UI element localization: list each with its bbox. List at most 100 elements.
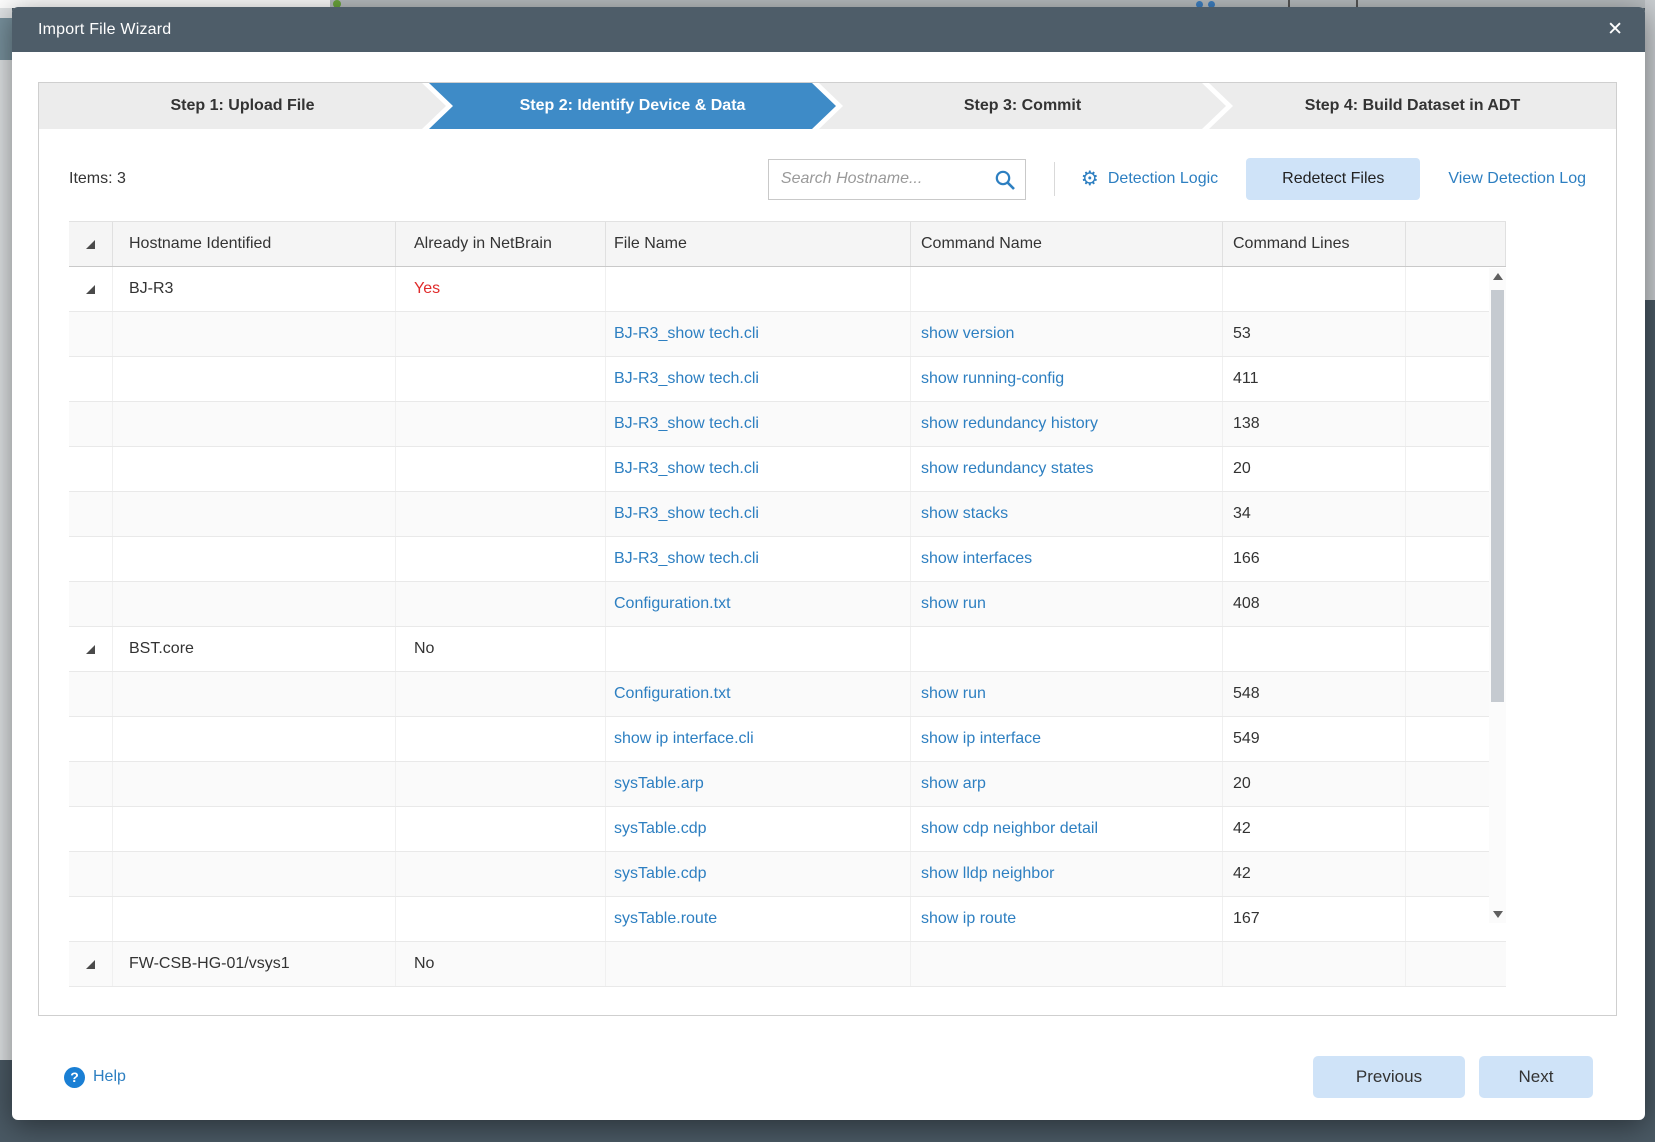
table-row-device-group[interactable]: BJ-R3 Yes [69,267,1506,312]
import-file-wizard-dialog: Import File Wizard ✕ Step 1: Upload File… [12,7,1645,1120]
help-label: Help [93,1068,126,1085]
hostname-cell [113,402,396,446]
command-name-cell: show lldp neighbor [911,852,1223,896]
close-icon[interactable]: ✕ [1607,20,1623,39]
scrollbar-up-arrow-icon[interactable] [1489,268,1506,285]
expander-cell [69,357,113,401]
command-name-cell [911,267,1223,311]
command-name-link[interactable]: show interfaces [921,550,1032,568]
table-scrollbar[interactable] [1489,268,1506,923]
expander-cell [69,852,113,896]
file-name-cell [606,942,911,986]
wizard-step-label: Step 3: Commit [963,97,1082,114]
command-lines-cell: 166 [1223,537,1406,581]
command-name-link[interactable]: show ip interface [921,730,1041,748]
file-name-link[interactable]: show ip interface.cli [614,730,754,748]
help-icon: ? [64,1066,85,1088]
file-name-link[interactable]: Configuration.txt [614,595,731,613]
expand-collapse-icon[interactable] [86,959,95,969]
command-lines-cell [1223,942,1406,986]
table-row-device-group[interactable]: BST.core No [69,627,1506,672]
header-command-name: Command Name [911,222,1223,266]
already-in-netbrain-value: Yes [414,280,441,297]
view-detection-log-link[interactable]: View Detection Log [1448,170,1586,188]
file-name-link[interactable]: sysTable.cdp [614,820,707,838]
file-name-cell: BJ-R3_show tech.cli [606,492,911,536]
command-name-link[interactable]: show run [921,595,986,613]
search-input[interactable] [768,159,1025,199]
command-name-link[interactable]: show lldp neighbor [921,865,1054,883]
file-name-link[interactable]: BJ-R3_show tech.cli [614,415,759,433]
command-name-link[interactable]: show running-config [921,370,1064,388]
dialog-titlebar: Import File Wizard ✕ [12,7,1645,52]
previous-button[interactable]: Previous [1313,1056,1465,1098]
file-name-link[interactable]: BJ-R3_show tech.cli [614,370,759,388]
command-name-cell: show run [911,582,1223,626]
command-name-link[interactable]: show stacks [921,505,1008,523]
already-in-netbrain-cell [396,672,606,716]
wizard-step-2[interactable]: Step 2: Identify Device & Data [429,83,836,129]
collapse-all-header-cell[interactable] [69,222,113,266]
command-name-link[interactable]: show redundancy history [921,415,1098,433]
expander-cell[interactable] [69,267,113,311]
command-lines-cell: 53 [1223,312,1406,356]
table-body-rows: BJ-R3 Yes BJ-R3_show tech.cli show version 5… [69,267,1506,987]
command-name-cell: show version [911,312,1223,356]
already-in-netbrain-value: No [414,640,435,657]
hostname-cell: FW-CSB-HG-01/vsys1 [113,942,396,986]
command-lines-cell: 34 [1223,492,1406,536]
command-name-link[interactable]: show cdp neighbor detail [921,820,1098,838]
items-count-label: Items: 3 [69,170,126,187]
command-name-link[interactable]: show run [921,685,986,703]
redetect-files-button[interactable]: Redetect Files [1246,158,1421,200]
header-already-in-netbrain: Already in NetBrain [396,222,606,266]
search-icon[interactable] [993,168,1017,197]
command-name-link[interactable]: show redundancy states [921,460,1094,478]
expander-cell [69,762,113,806]
command-name-cell: show redundancy states [911,447,1223,491]
hostname-cell [113,897,396,941]
wizard-steps: Step 1: Upload File Step 2: Identify Devi… [39,83,1616,129]
command-lines-cell: 138 [1223,402,1406,446]
file-name-link[interactable]: BJ-R3_show tech.cli [614,460,759,478]
wizard-step-1[interactable]: Step 1: Upload File [39,83,446,129]
next-button[interactable]: Next [1479,1056,1593,1098]
file-name-cell: BJ-R3_show tech.cli [606,537,911,581]
dialog-footer: ? Help Previous Next [38,1056,1619,1098]
command-name-cell: show redundancy history [911,402,1223,446]
command-name-link[interactable]: show arp [921,775,986,793]
command-name-cell: show run [911,672,1223,716]
scrollbar-down-arrow-icon[interactable] [1489,906,1506,923]
expand-collapse-icon[interactable] [86,644,95,654]
scrollbar-thumb[interactable] [1491,290,1504,702]
already-in-netbrain-cell [396,312,606,356]
file-name-link[interactable]: BJ-R3_show tech.cli [614,505,759,523]
table-row-device-group[interactable]: FW-CSB-HG-01/vsys1 No [69,942,1506,987]
file-name-link[interactable]: BJ-R3_show tech.cli [614,550,759,568]
file-name-link[interactable]: sysTable.route [614,910,717,928]
wizard-step-4[interactable]: Step 4: Build Dataset in ADT [1209,83,1616,129]
expander-cell[interactable] [69,942,113,986]
file-name-link[interactable]: Configuration.txt [614,685,731,703]
help-link[interactable]: ? Help [64,1066,126,1088]
file-name-link[interactable]: sysTable.cdp [614,865,707,883]
file-name-link[interactable]: sysTable.arp [614,775,704,793]
detection-logic-button[interactable]: ⚙ Detection Logic [1081,169,1218,189]
hostname-cell [113,312,396,356]
already-in-netbrain-cell [396,807,606,851]
command-name-cell: show ip route [911,897,1223,941]
command-name-link[interactable]: show ip route [921,910,1016,928]
expander-cell [69,537,113,581]
command-lines-cell [1223,267,1406,311]
command-lines-cell: 42 [1223,852,1406,896]
table-row-file: sysTable.cdp show lldp neighbor 42 [69,852,1506,897]
wizard-step-3[interactable]: Step 3: Commit [819,83,1226,129]
wizard-step-label: Step 4: Build Dataset in ADT [1304,97,1521,114]
file-name-link[interactable]: BJ-R3_show tech.cli [614,325,759,343]
command-name-link[interactable]: show version [921,325,1014,343]
expand-collapse-icon[interactable] [86,284,95,294]
already-in-netbrain-cell: No [396,627,606,671]
command-lines-cell: 20 [1223,447,1406,491]
expander-cell[interactable] [69,627,113,671]
already-in-netbrain-value: No [414,955,435,972]
